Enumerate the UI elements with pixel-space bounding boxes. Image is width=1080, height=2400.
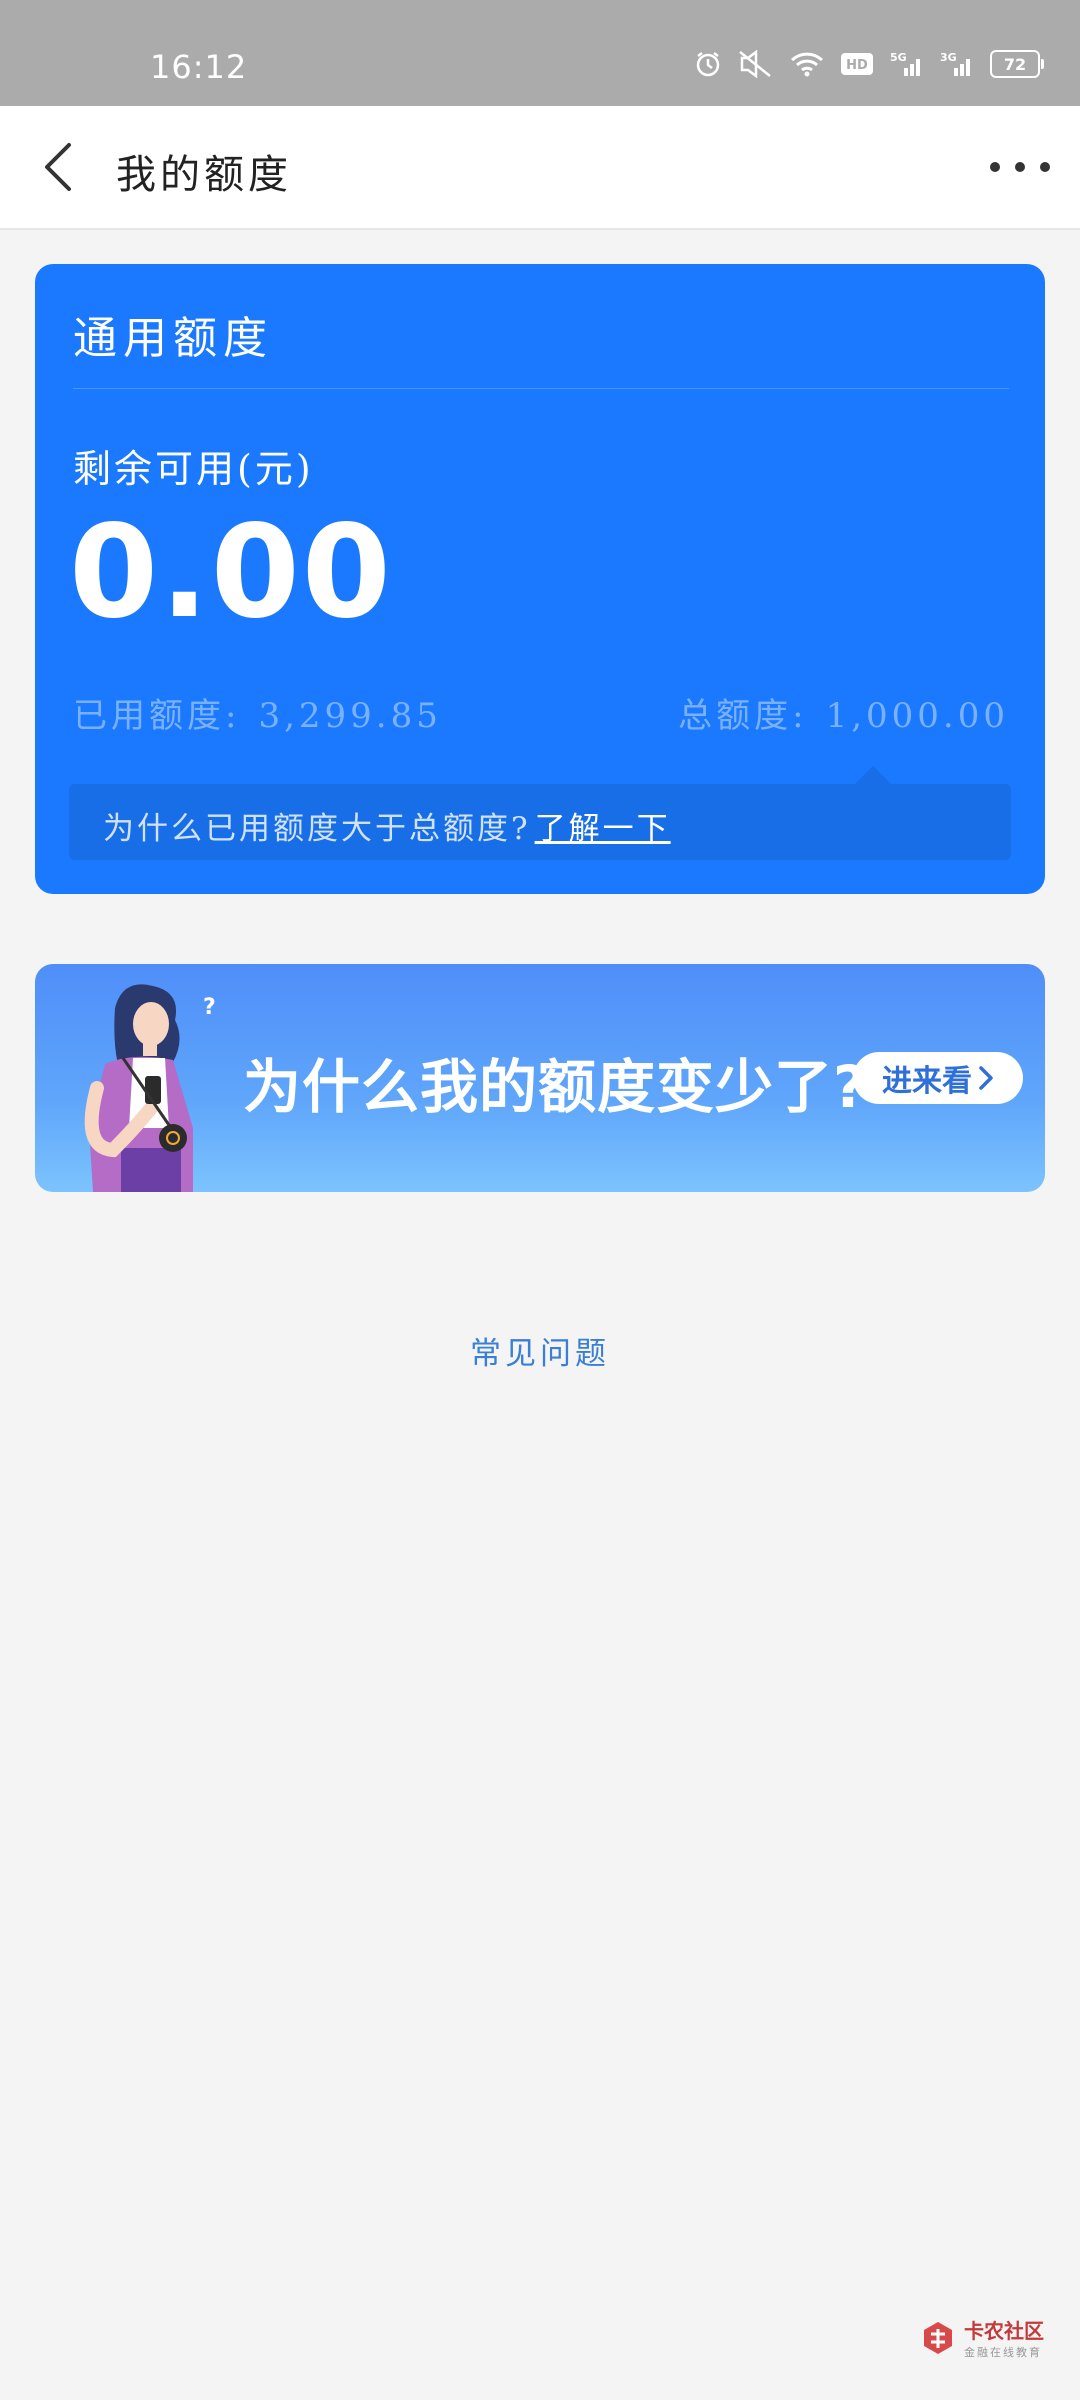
enter-button[interactable]: 进来看: [853, 1052, 1023, 1104]
more-dot-icon: [1040, 162, 1050, 172]
header-bar: 我的额度: [0, 106, 1080, 230]
status-icons: HD 5G 3G 72: [694, 50, 1044, 78]
kanong-logo-icon: [924, 2321, 952, 2354]
back-arrow-icon: [45, 143, 71, 191]
watermark-subtitle: 金融在线教育: [964, 2346, 1042, 2359]
total-quota: 总额度: 1,000.00: [678, 688, 1009, 737]
chevron-right-icon: [979, 1066, 993, 1090]
notice-box: 为什么已用额度大于总额度? 了解一下: [69, 766, 1011, 860]
hd-icon: HD: [840, 52, 874, 76]
watermark: 卡农社区 金融在线教育: [920, 2315, 1044, 2360]
total-quota-value: 1,000.00: [825, 696, 1009, 736]
faq-link[interactable]: 常见问题: [0, 1328, 1080, 1373]
banner-headline: 为什么我的额度变少了?: [243, 1053, 868, 1121]
quota-decrease-banner[interactable]: ? 为什么我的额度变少了? 进来看: [35, 964, 1045, 1192]
wifi-icon: [790, 51, 824, 77]
status-time: 16:12: [150, 48, 248, 86]
total-quota-label: 总额度:: [678, 696, 808, 736]
notice-question: 为什么已用额度大于总额度?: [103, 811, 531, 847]
battery-indicator: 72: [990, 50, 1044, 78]
card-title: 通用额度: [73, 313, 273, 364]
watermark-text: 卡农社区 金融在线教育: [964, 2315, 1044, 2360]
notice-pointer: [855, 766, 891, 784]
more-dot-icon: [1015, 162, 1025, 172]
signal-5g-icon: 5G: [890, 50, 924, 78]
svg-text:?: ?: [203, 995, 216, 1020]
used-quota: 已用额度: 3,299.85: [73, 688, 442, 737]
signal-3g-icon: 3G: [940, 50, 974, 78]
available-label: 剩余可用(元): [73, 447, 314, 491]
woman-illustration: ?: [84, 984, 216, 1192]
more-button[interactable]: [990, 150, 1050, 184]
enter-button-label: 进来看: [882, 1064, 972, 1099]
watermark-title: 卡农社区: [964, 2319, 1044, 2343]
more-dot-icon: [990, 162, 1000, 172]
available-amount: 0.00: [69, 498, 393, 647]
svg-text:HD: HD: [846, 58, 868, 73]
page-title: 我的额度: [116, 152, 292, 198]
status-bar: 16:12 HD 5G 3G 72: [0, 0, 1080, 106]
notice-text: 为什么已用额度大于总额度? 了解一下: [103, 803, 671, 848]
svg-text:3G: 3G: [940, 51, 957, 64]
card-divider: [73, 388, 1009, 389]
used-quota-label: 已用额度:: [73, 696, 241, 736]
mute-icon: [738, 50, 774, 78]
quota-card: 通用额度 剩余可用(元) 0.00 已用额度: 3,299.85 总额度: 1,00…: [35, 264, 1045, 894]
svg-text:5G: 5G: [890, 51, 907, 64]
alarm-icon: [694, 50, 722, 78]
learn-more-link[interactable]: 了解一下: [535, 811, 671, 847]
back-button[interactable]: [30, 137, 86, 197]
used-quota-value: 3,299.85: [258, 696, 442, 736]
